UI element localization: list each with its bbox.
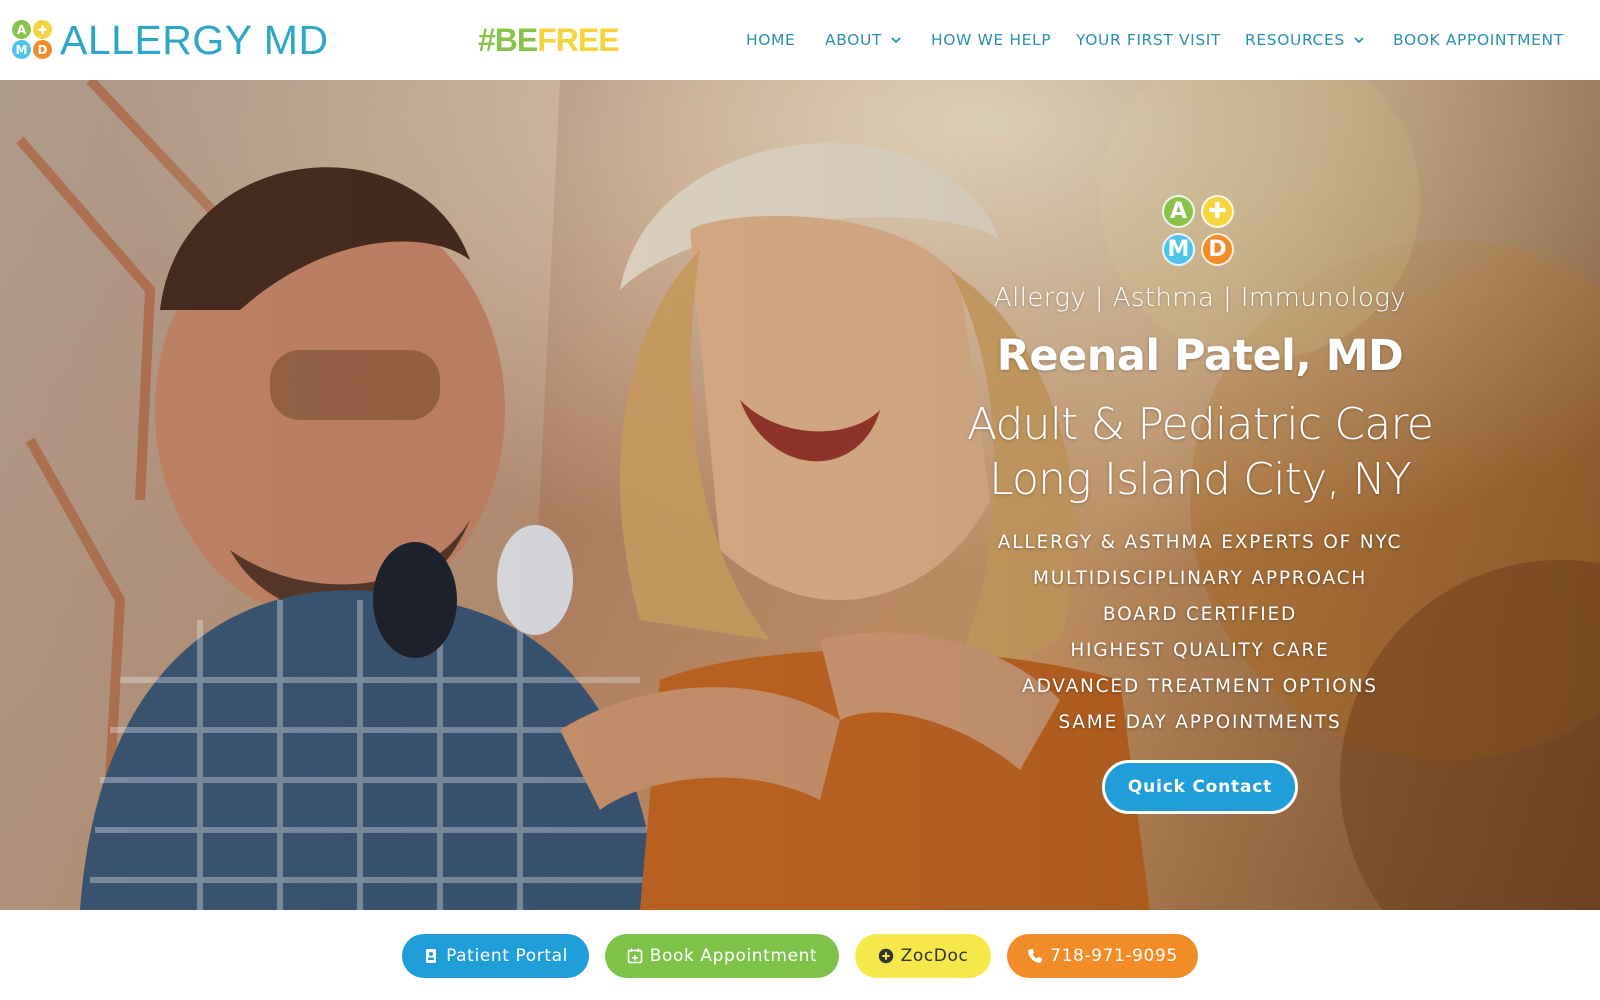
patient-portal-label: Patient Portal (446, 946, 568, 966)
phone-label: 718-971-9095 (1050, 946, 1178, 966)
hero-feature-list: ALLERGY & ASTHMA EXPERTS OF NYC MULTIDIS… (940, 525, 1460, 741)
chevron-down-icon (1354, 37, 1364, 44)
site-header: A ✚ M D ALLERGY MD #BEFREE HOME ABOUT HO… (0, 0, 1600, 80)
nav-home[interactable]: HOME (746, 28, 795, 52)
nav-resources-label: RESOURCES (1245, 31, 1345, 49)
hero-logo-mark: A ✚ M D (1162, 195, 1238, 271)
hero-logo-dot-a: A (1162, 195, 1195, 228)
hero-care-line2: Long Island City, NY (989, 454, 1412, 505)
feature-item: BOARD CERTIFIED (1102, 604, 1298, 625)
zocdoc-label: ZocDoc (900, 946, 969, 966)
nav-about[interactable]: ABOUT (825, 28, 904, 52)
hashtag-part1: #BE (478, 22, 538, 58)
feature-item: SAME DAY APPOINTMENTS (1058, 712, 1342, 733)
nav-about-label: ABOUT (825, 31, 882, 49)
calendar-plus-icon (627, 948, 643, 964)
nav-resources[interactable]: RESOURCES (1245, 28, 1367, 52)
hashtag-befree: #BEFREE (478, 18, 620, 62)
phone-icon (1028, 949, 1043, 963)
feature-item: ALLERGY & ASTHMA EXPERTS OF NYC (997, 532, 1403, 553)
feature-item: MULTIDISCIPLINARY APPROACH (1032, 568, 1368, 589)
hero-doctor-name: Reenal Patel, MD (996, 331, 1404, 381)
nav-your-first-visit-label: YOUR FIRST VISIT (1076, 31, 1222, 49)
nav-how-we-help[interactable]: HOW WE HELP (931, 28, 1051, 52)
book-appointment-label: Book Appointment (649, 946, 818, 966)
nav-your-first-visit[interactable]: YOUR FIRST VISIT (1076, 28, 1221, 52)
hero-care-line1: Adult & Pediatric Care (966, 399, 1434, 450)
site-logo[interactable]: A ✚ M D ALLERGY MD (12, 17, 329, 63)
nav-book-appointment[interactable]: BOOK APPOINTMENT (1393, 28, 1564, 52)
action-bar: Patient Portal Book Appointment ZocDoc 7… (0, 910, 1600, 1000)
logo-wordmark: ALLERGY MD (60, 17, 329, 63)
hero-logo-dot-m: M (1162, 233, 1195, 266)
hero-logo-dot-plus: ✚ (1201, 195, 1234, 228)
chevron-down-icon (891, 37, 901, 44)
hero-section: A ✚ M D Allergy | Asthma | Immunology Re… (0, 80, 1600, 910)
plus-circle-icon (878, 948, 893, 964)
feature-item: ADVANCED TREATMENT OPTIONS (1022, 676, 1378, 697)
hero-specialty: Allergy | Asthma | Immunology (993, 283, 1407, 313)
nav-home-label: HOME (746, 31, 796, 49)
patient-portal-button[interactable]: Patient Portal (402, 934, 589, 978)
hero-content: A ✚ M D Allergy | Asthma | Immunology Re… (940, 195, 1460, 814)
quick-contact-button[interactable]: Quick Contact (1102, 760, 1298, 814)
logo-dot-plus: ✚ (33, 20, 52, 39)
logo-mark: A ✚ M D (12, 20, 54, 60)
nav-how-we-help-label: HOW WE HELP (931, 31, 1052, 49)
zocdoc-button[interactable]: ZocDoc (855, 934, 991, 978)
hashtag-part2: FREE (537, 22, 619, 58)
hero-logo-dot-d: D (1201, 233, 1234, 266)
feature-item: HIGHEST QUALITY CARE (1070, 640, 1330, 661)
book-appointment-button[interactable]: Book Appointment (605, 934, 839, 978)
hero-care-heading: Adult & Pediatric Care Long Island City,… (940, 397, 1460, 507)
logo-dot-m: M (12, 40, 31, 59)
portal-icon (426, 949, 437, 963)
logo-dot-d: D (33, 40, 52, 59)
logo-dot-a: A (12, 20, 31, 39)
nav-book-appointment-label: BOOK APPOINTMENT (1393, 31, 1564, 49)
phone-button[interactable]: 718-971-9095 (1007, 934, 1198, 978)
